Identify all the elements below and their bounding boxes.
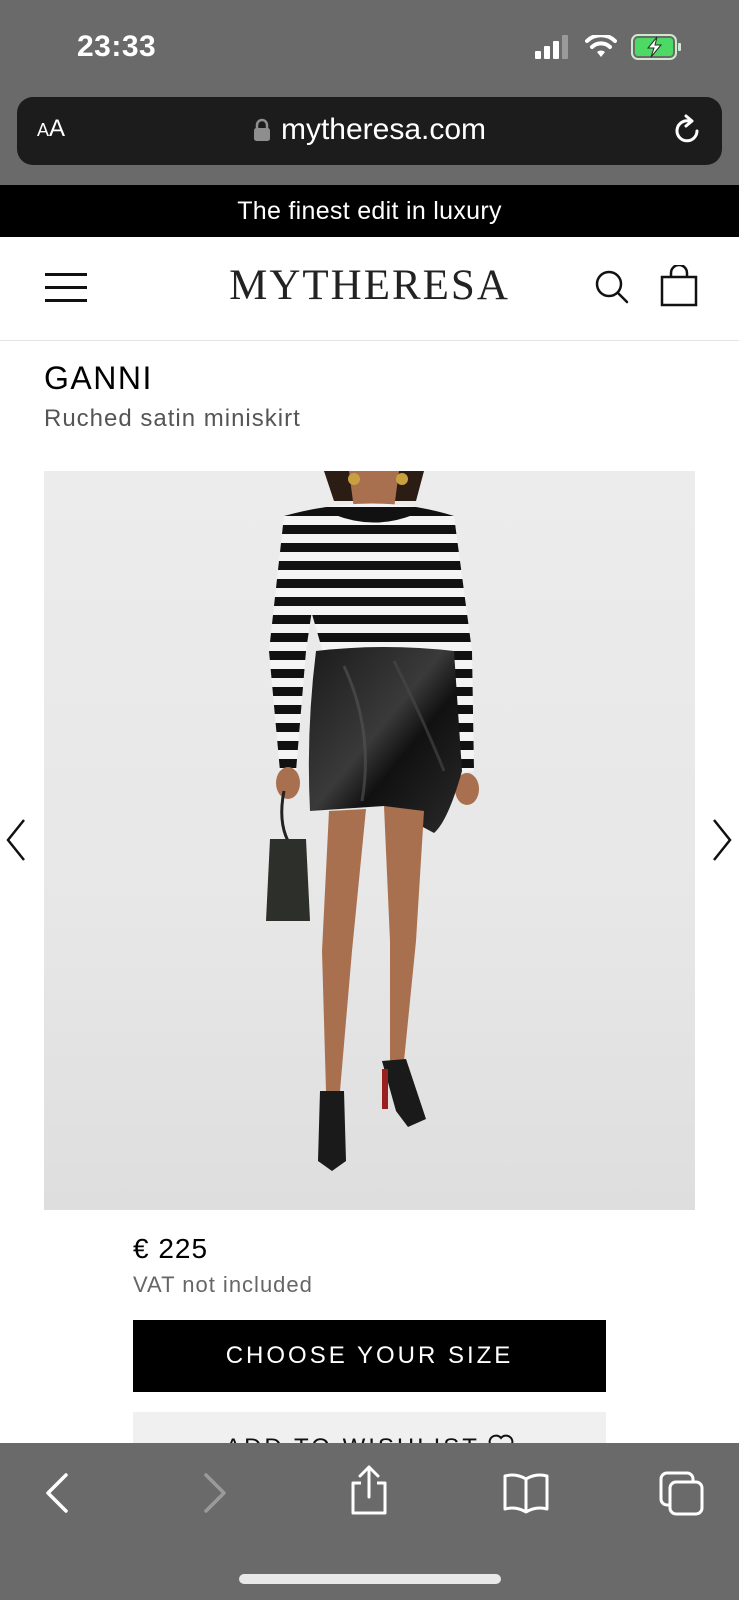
share-icon[interactable] (349, 1465, 389, 1515)
site-header: MYTHERESA (0, 237, 739, 341)
url-text: mytheresa.com (280, 113, 487, 146)
tabs-icon[interactable] (659, 1471, 705, 1517)
cellular-signal-icon (535, 35, 568, 59)
back-icon[interactable] (42, 1471, 72, 1515)
product-price: € 225 (133, 1233, 209, 1264)
home-indicator (239, 1574, 501, 1584)
model-illustration (266, 471, 479, 1171)
chevron-right-icon[interactable] (710, 818, 734, 862)
status-icons (535, 34, 683, 60)
bookmarks-icon[interactable] (502, 1471, 550, 1515)
wifi-icon (585, 35, 617, 57)
address-bar[interactable]: AA mytheresa.com (17, 97, 722, 165)
product-brand[interactable]: GANNI (44, 360, 153, 397)
status-time: 23:33 (77, 30, 157, 63)
product-image[interactable] (44, 471, 695, 1210)
battery-charging-icon (631, 34, 681, 60)
browser-top-chrome: 23:33 AA mytheresa.com (0, 0, 739, 185)
shopping-bag-icon[interactable] (660, 265, 698, 307)
lock-icon (253, 118, 270, 141)
vat-note: VAT not included (133, 1272, 313, 1297)
forward-icon[interactable] (200, 1471, 230, 1515)
url-display[interactable]: mytheresa.com (17, 113, 722, 147)
chevron-left-icon[interactable] (4, 818, 28, 862)
reload-icon[interactable] (670, 113, 704, 147)
search-icon[interactable] (594, 269, 630, 305)
promo-banner: The finest edit in luxury (0, 185, 739, 237)
choose-size-button[interactable]: CHOOSE YOUR SIZE (133, 1320, 606, 1392)
product-name: Ruched satin miniskirt (44, 405, 301, 432)
